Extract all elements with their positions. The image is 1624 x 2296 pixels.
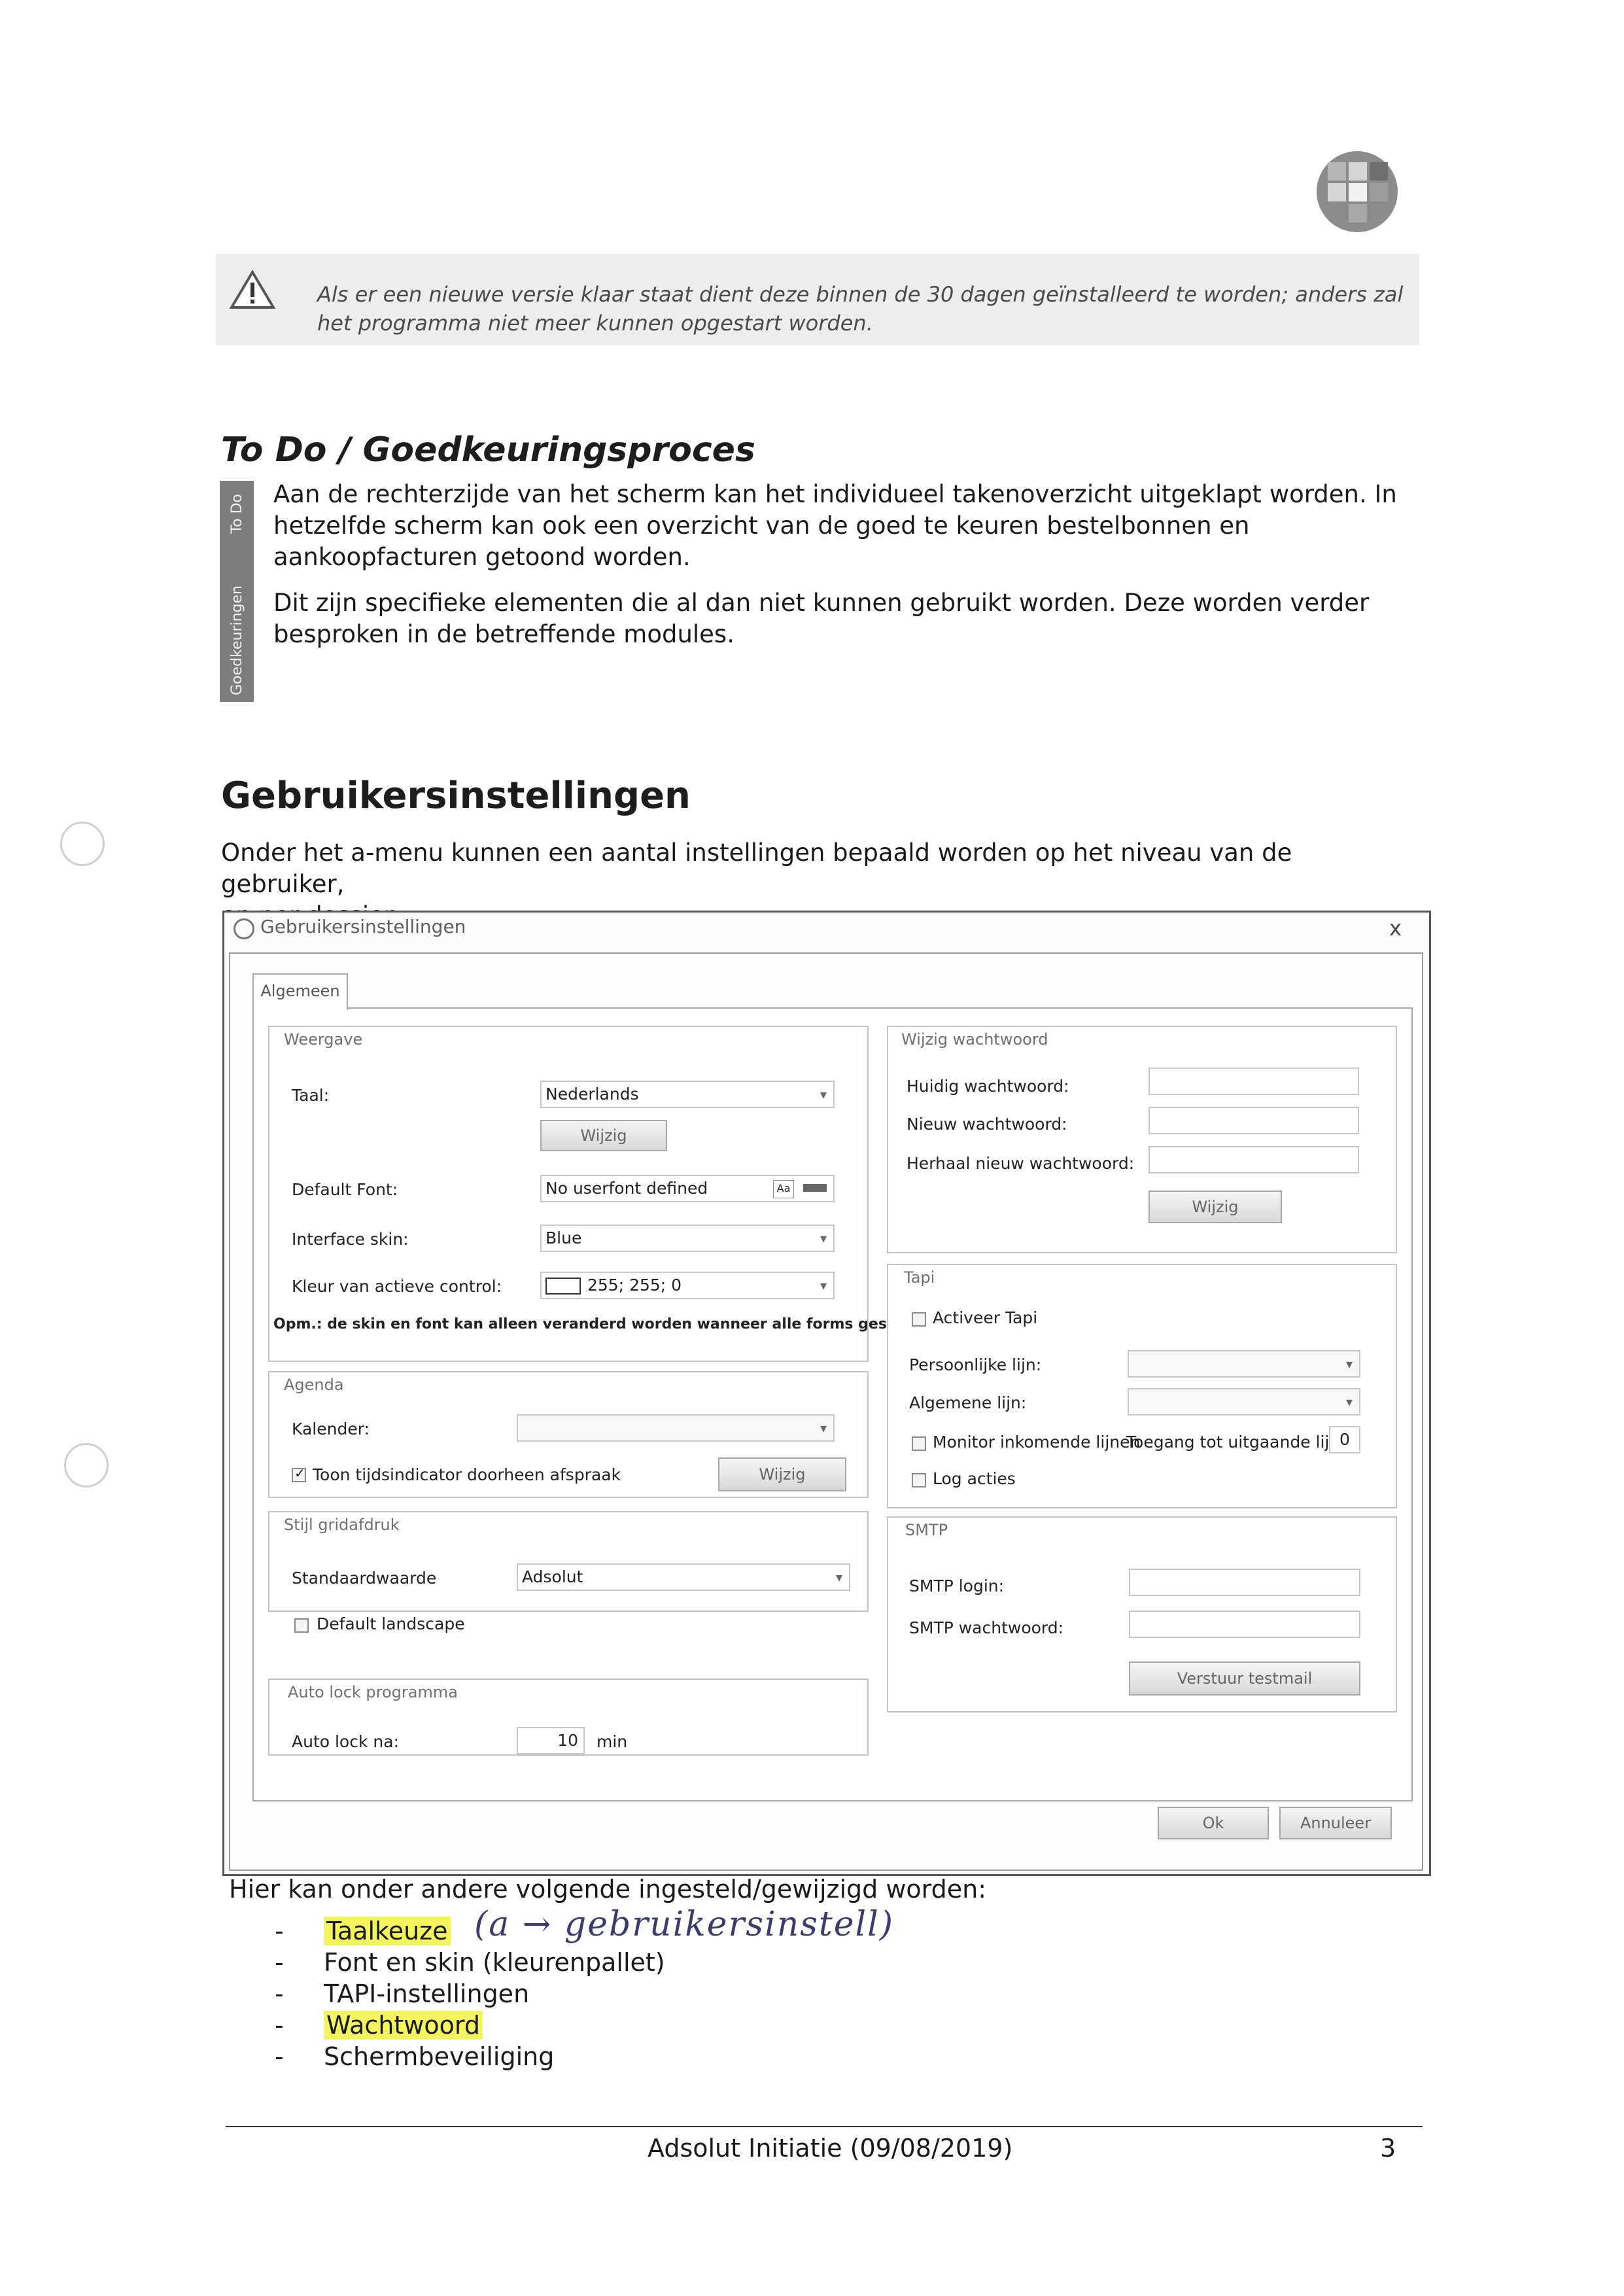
list-bullet: -	[275, 1917, 284, 1945]
kleur-label: Kleur van actieve control:	[292, 1277, 502, 1296]
list-item: Schermbeveiliging	[324, 2042, 555, 2071]
monitor-label: Monitor inkomende lijnen	[933, 1433, 1141, 1452]
skin-dropdown[interactable]: Blue	[540, 1225, 835, 1252]
smtp-wachtwoord-input[interactable]	[1129, 1610, 1360, 1638]
list-bullet: -	[275, 2011, 284, 2040]
smtp-wachtwoord-label: SMTP wachtwoord:	[909, 1618, 1064, 1637]
toegang-input[interactable]: 0	[1329, 1426, 1360, 1453]
kleur-value: 255; 255; 0	[587, 1276, 682, 1295]
autolock-input[interactable]: 10	[517, 1727, 585, 1754]
huidig-label: Huidig wachtwoord:	[907, 1077, 1069, 1096]
gebruikersinstellingen-heading: Gebruikersinstellingen	[221, 774, 691, 817]
skin-note: Opm.: de skin en font kan alleen verande…	[273, 1316, 929, 1332]
font-label: Default Font:	[292, 1180, 398, 1199]
todo-paragraph-line: aankoopfacturen getoond worden.	[273, 543, 691, 571]
wachtwoord-title: Wijzig wachtwoord	[901, 1030, 1048, 1049]
font-picker-icon[interactable]: Aa	[773, 1180, 794, 1198]
taal-label: Taal:	[292, 1086, 330, 1105]
nieuw-label: Nieuw wachtwoord:	[907, 1115, 1067, 1134]
herhaal-label: Herhaal nieuw wachtwoord:	[907, 1154, 1135, 1173]
skin-label: Interface skin:	[292, 1230, 409, 1249]
list-bullet: -	[275, 1948, 284, 1977]
standaard-dropdown[interactable]: Adsolut	[517, 1563, 850, 1591]
activeer-tapi-checkbox[interactable]	[912, 1312, 926, 1327]
kalender-label: Kalender:	[292, 1419, 370, 1438]
landscape-checkbox[interactable]	[294, 1618, 309, 1633]
smtp-login-label: SMTP login:	[909, 1576, 1005, 1595]
nieuw-input[interactable]	[1149, 1107, 1359, 1134]
ok-button[interactable]: Ok	[1158, 1807, 1269, 1839]
color-swatch	[545, 1278, 581, 1295]
smtp-title: SMTP	[905, 1521, 948, 1539]
weergave-title: Weergave	[284, 1030, 363, 1049]
font-reset-icon[interactable]	[803, 1184, 827, 1192]
dialog-title: Gebruikersinstellingen	[260, 916, 466, 937]
intro-line: Onder het a-menu kunnen een aantal inste…	[221, 839, 1292, 898]
herhaal-input[interactable]	[1149, 1146, 1359, 1174]
standaard-label: Standaardwaarde	[292, 1569, 437, 1588]
warning-icon	[229, 270, 276, 309]
autolock-unit: min	[596, 1732, 628, 1751]
algemene-label: Algemene lijn:	[909, 1393, 1027, 1412]
tab-algemeen[interactable]: Algemeen	[252, 973, 348, 1010]
adsolut-logo	[1317, 151, 1398, 232]
activeer-tapi-label: Activeer Tapi	[933, 1308, 1038, 1327]
toegang-label: Toegang tot uitgaande lijn	[1126, 1433, 1340, 1452]
taal-wijzig-button[interactable]: Wijzig	[540, 1120, 667, 1151]
persoonlijke-label: Persoonlijke lijn:	[909, 1355, 1042, 1374]
list-item: Taalkeuze	[324, 1917, 451, 1945]
todo-paragraph-line: Aan de rechterzijde van het scherm kan h…	[273, 480, 1397, 508]
close-button[interactable]: x	[1389, 916, 1402, 941]
page-number: 3	[1380, 2134, 1396, 2163]
log-acties-checkbox[interactable]	[912, 1473, 926, 1487]
font-field[interactable]: No userfont defined Aa	[540, 1175, 835, 1202]
todo-paragraph-line: hetzelfde scherm kan ook een overzicht v…	[273, 512, 1250, 540]
app-icon	[233, 918, 254, 939]
landscape-label: Default landscape	[317, 1614, 465, 1633]
taal-dropdown[interactable]: Nederlands	[540, 1081, 835, 1108]
list-item-text: Wachtwoord	[324, 2011, 483, 2040]
wachtwoord-group	[887, 1026, 1397, 1253]
todo-side-strip: To Do Goedkeuringen	[220, 481, 254, 702]
list-bullet: -	[275, 1979, 284, 2008]
tapi-title: Tapi	[904, 1268, 935, 1287]
monitor-checkbox[interactable]	[912, 1436, 926, 1451]
punch-hole	[60, 822, 105, 866]
warning-text: Als er een nieuwe versie klaar staat die…	[317, 282, 1404, 336]
list-item: Font en skin (kleurenpallet)	[324, 1948, 665, 1977]
toon-label: Toon tijdsindicator doorheen afspraak	[313, 1465, 621, 1484]
wachtwoord-wijzig-button[interactable]: Wijzig	[1149, 1191, 1282, 1223]
autolock-label: Auto lock na:	[292, 1732, 399, 1751]
autolock-title: Auto lock programma	[288, 1683, 458, 1701]
toon-checkbox[interactable]: ✓	[292, 1465, 306, 1482]
list-item-text: Taalkeuze	[324, 1917, 451, 1945]
log-acties-label: Log acties	[933, 1469, 1016, 1488]
list-item: TAPI-instellingen	[324, 1979, 530, 2008]
stijl-title: Stijl gridafdruk	[284, 1516, 400, 1534]
annuleer-button[interactable]: Annuleer	[1279, 1807, 1392, 1839]
agenda-wijzig-button[interactable]: Wijzig	[718, 1457, 846, 1491]
list-item: Wachtwoord	[324, 2011, 483, 2040]
kalender-dropdown[interactable]	[517, 1414, 835, 1442]
huidig-input[interactable]	[1149, 1068, 1359, 1095]
list-bullet: -	[275, 2042, 284, 2071]
goedkeuringen-strip-label: Goedkeuringen	[229, 585, 245, 695]
todo-heading: To Do / Goedkeuringsproces	[221, 430, 755, 470]
kleur-dropdown[interactable]: 255; 255; 0	[540, 1272, 835, 1299]
list-intro: Hier kan onder andere volgende ingesteld…	[229, 1875, 986, 1904]
algemene-dropdown[interactable]	[1128, 1388, 1360, 1416]
agenda-title: Agenda	[284, 1376, 344, 1394]
footer-rule	[226, 2126, 1423, 2127]
testmail-button[interactable]: Verstuur testmail	[1129, 1661, 1360, 1696]
punch-hole	[64, 1443, 109, 1487]
smtp-login-input[interactable]	[1129, 1569, 1360, 1596]
persoonlijke-dropdown[interactable]	[1128, 1350, 1360, 1378]
handwritten-note: (a → gebruikersinstell)	[474, 1905, 895, 1944]
todo-paragraph-line: Dit zijn specifieke elementen die al dan…	[273, 589, 1370, 617]
footer-title: Adsolut Initiatie (09/08/2019)	[648, 2134, 1013, 2163]
font-value: No userfont defined	[545, 1179, 708, 1198]
todo-paragraph-line: besproken in de betreffende modules.	[273, 620, 734, 648]
todo-strip-label: To Do	[229, 494, 245, 534]
